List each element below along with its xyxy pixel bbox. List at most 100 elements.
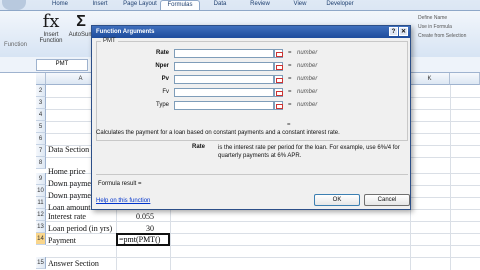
use-in-formula-button[interactable]: Use in Formula <box>418 23 472 32</box>
row-header[interactable]: 13 <box>36 221 46 233</box>
gridline <box>46 245 480 246</box>
gridline <box>46 257 480 258</box>
dialog-titlebar[interactable]: Function Arguments ? ✕ <box>92 26 410 38</box>
row-header[interactable]: 4 <box>36 109 46 121</box>
ribbon-tabs: Home Insert Page Layout Formulas Data Re… <box>40 0 360 10</box>
divider <box>96 174 408 175</box>
param-name: Rate <box>192 144 206 150</box>
nper-input[interactable] <box>174 62 274 71</box>
dialog-title: Function Arguments <box>96 29 155 35</box>
dialog-controls: ? ✕ <box>389 27 408 36</box>
collapse-dialog-icon[interactable] <box>274 88 283 97</box>
create-from-selection-button[interactable]: Create from Selection <box>418 32 472 41</box>
row-header[interactable]: 6 <box>36 133 46 145</box>
collapse-dialog-icon[interactable] <box>274 49 283 58</box>
function-result-equals: = <box>287 122 291 128</box>
tab-review[interactable]: Review <box>240 0 280 10</box>
gridline <box>46 233 480 234</box>
office-button[interactable] <box>2 0 26 10</box>
cell-data-section[interactable]: Data Section <box>48 145 89 154</box>
type-input[interactable] <box>174 101 274 110</box>
row-header[interactable]: 3 <box>36 97 46 109</box>
pmt-arguments-group: PMT Rate = number Nper = number Pv = num… <box>96 38 409 141</box>
tab-data[interactable]: Data <box>200 0 240 10</box>
column-header-blank[interactable] <box>450 73 480 85</box>
collapse-dialog-icon[interactable] <box>274 62 283 71</box>
param-description: is the interest rate per period for the … <box>218 145 400 159</box>
fx-icon: fx <box>42 11 60 32</box>
formula-result: Formula result = <box>98 181 142 187</box>
arg-row-rate: Rate = number <box>97 48 409 59</box>
cell-loan-period[interactable]: Loan period (in yrs) <box>48 224 112 233</box>
select-all-corner[interactable] <box>36 73 46 85</box>
cell-home-price[interactable]: Home price <box>48 167 86 176</box>
row-header[interactable]: 9 <box>36 173 46 185</box>
define-name-button[interactable]: Define Name <box>418 14 472 23</box>
insert-function-button[interactable]: fx Insert Function <box>36 12 66 50</box>
rate-input[interactable] <box>174 49 274 58</box>
help-icon[interactable]: ? <box>389 27 398 36</box>
tab-developer[interactable]: Developer <box>320 0 360 10</box>
equals-sign: = <box>288 76 292 82</box>
arg-label-nper: Nper <box>155 63 169 69</box>
defined-names-group: Define Name Use in Formula Create from S… <box>418 14 472 41</box>
equals-sign: = <box>288 50 292 56</box>
cell-down-payment[interactable]: Down payme <box>48 179 91 188</box>
equals-sign: = <box>288 89 292 95</box>
arg-row-pv: Pv = number <box>97 74 409 85</box>
row-header[interactable]: 11 <box>36 197 46 209</box>
equals-sign: = <box>288 102 292 108</box>
cell-payment[interactable]: Payment <box>48 236 76 245</box>
help-on-function-link[interactable]: Help on this function <box>96 198 150 204</box>
collapse-dialog-icon[interactable] <box>274 75 283 84</box>
arg-value-nper: number <box>297 63 318 69</box>
cell-answer-section[interactable]: Answer Section <box>48 259 99 268</box>
tab-view[interactable]: View <box>280 0 320 10</box>
row-header[interactable]: 15 <box>36 257 46 269</box>
arg-label-pv: Pv <box>161 76 169 82</box>
function-group-label: Function <box>4 42 28 48</box>
gridline <box>450 85 451 270</box>
arg-row-fv: Fv = number <box>97 87 409 98</box>
row-header[interactable]: 12 <box>36 209 46 221</box>
cell-interest-rate[interactable]: Interest rate <box>48 212 86 221</box>
cell-loan-amount[interactable]: Loan amount <box>48 203 90 212</box>
arg-value-rate: number <box>297 50 318 56</box>
row-header[interactable]: 7 <box>36 145 46 157</box>
group-legend: PMT <box>101 38 118 44</box>
fv-input[interactable] <box>174 88 274 97</box>
cancel-button[interactable]: Cancel <box>364 194 410 206</box>
cell-down-payment[interactable]: Down payme <box>48 191 91 200</box>
row-header-active[interactable]: 14 <box>36 233 46 245</box>
row-header[interactable]: 8 <box>36 157 46 169</box>
insert-function-label: Insert Function <box>39 32 63 44</box>
tab-insert[interactable]: Insert <box>80 0 120 10</box>
function-arguments-dialog: Function Arguments ? ✕ PMT Rate = number… <box>91 25 411 210</box>
collapse-dialog-icon[interactable] <box>274 101 283 110</box>
arg-row-type: Type = number <box>97 100 409 111</box>
row-header[interactable]: 10 <box>36 185 46 197</box>
tab-home[interactable]: Home <box>40 0 80 10</box>
arg-label-fv: Fv <box>162 89 169 95</box>
cell-loan-period-value[interactable]: 30 <box>116 224 154 233</box>
equals-sign: = <box>288 63 292 69</box>
active-cell-payment-formula[interactable]: =pmt(PMT() <box>116 233 170 246</box>
arg-label-rate: Rate <box>155 50 169 56</box>
close-icon[interactable]: ✕ <box>399 27 408 36</box>
pv-input[interactable] <box>174 75 274 84</box>
column-header-k[interactable]: K <box>410 73 450 85</box>
cell-interest-rate-value[interactable]: 0.055 <box>116 212 154 221</box>
tab-page-layout[interactable]: Page Layout <box>120 0 160 10</box>
row-header[interactable]: 2 <box>36 85 46 97</box>
ok-button[interactable]: OK <box>314 194 360 206</box>
gridline <box>46 221 480 222</box>
row-header[interactable]: 5 <box>36 121 46 133</box>
function-description: Calculates the payment for a loan based … <box>96 130 340 136</box>
arg-value-fv: number <box>297 89 318 95</box>
name-box[interactable]: PMT <box>36 59 88 71</box>
arg-row-nper: Nper = number <box>97 61 409 72</box>
tab-formulas[interactable]: Formulas <box>160 0 200 10</box>
arg-value-pv: number <box>297 76 318 82</box>
arg-label-type: Type <box>155 102 169 108</box>
arg-value-type: number <box>297 102 318 108</box>
